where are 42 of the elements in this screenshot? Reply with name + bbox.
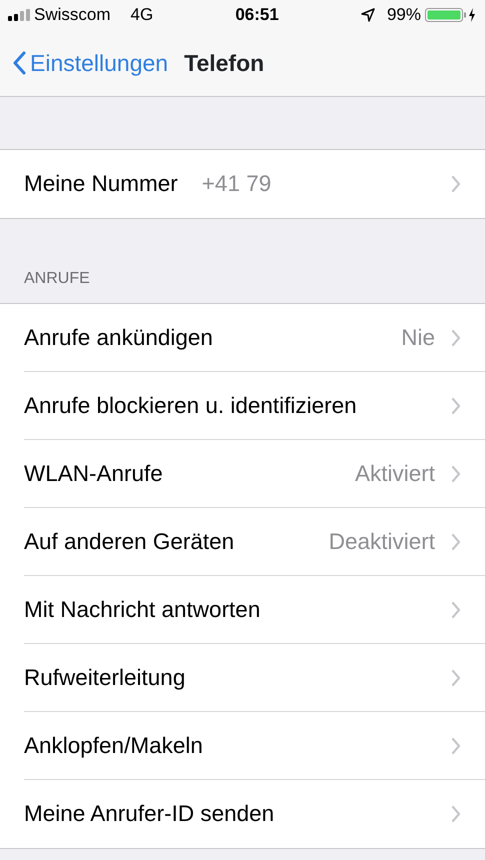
network-type: 4G (130, 4, 154, 26)
settings-row[interactable]: Anrufe ankündigen Nie (0, 304, 485, 372)
row-value: +41 79 (202, 170, 272, 198)
settings-row[interactable]: Auf anderen Geräten Deaktiviert (0, 508, 485, 576)
chevron-icon (451, 533, 461, 551)
settings-row[interactable]: Meine Nummer +41 79 (0, 150, 485, 218)
row-label: Anrufe ankündigen (24, 324, 213, 352)
signal-icon (8, 9, 30, 21)
chevron-icon (451, 737, 461, 755)
row-label: Mit Nachricht antworten (24, 596, 260, 624)
chevron-icon (451, 175, 461, 193)
row-label: Meine Anrufer-ID senden (24, 800, 274, 828)
row-value: Deaktiviert (328, 528, 435, 556)
row-label: Anklopfen/Makeln (24, 732, 203, 760)
battery-percent: 99% (386, 4, 421, 26)
back-button[interactable]: Einstellungen (12, 46, 168, 80)
row-label: Anrufe blockieren u. identifizieren (24, 392, 357, 420)
chevron-icon (451, 465, 461, 483)
settings-row[interactable]: Anklopfen/Makeln (0, 712, 485, 780)
settings-row[interactable]: Anrufe blockieren u. identifizieren (0, 372, 485, 440)
settings-row[interactable]: Rufweiterleitung (0, 644, 485, 712)
carrier-name: Swisscom (34, 4, 111, 26)
row-value: Aktiviert (354, 460, 435, 488)
row-label: Rufweiterleitung (24, 664, 186, 692)
row-label: Meine Nummer (24, 170, 178, 198)
settings-row[interactable]: WLAN-Anrufe Aktiviert (0, 440, 485, 508)
back-chevron-icon (12, 51, 26, 75)
chevron-icon (451, 329, 461, 347)
page-title: Telefon (184, 48, 264, 78)
location-icon (360, 8, 375, 22)
status-time: 06:51 (235, 4, 280, 26)
chevron-icon (451, 805, 461, 823)
settings-row[interactable]: Mit Nachricht antworten (0, 576, 485, 644)
battery-charging-icon (425, 7, 477, 23)
row-label: WLAN-Anrufe (24, 460, 163, 488)
row-value: Nie (401, 324, 435, 352)
chevron-icon (451, 669, 461, 687)
chevron-icon (451, 601, 461, 619)
row-label: Auf anderen Geräten (24, 528, 234, 556)
settings-row[interactable]: Meine Anrufer-ID senden (0, 780, 485, 848)
section-header: ANRUFE (24, 269, 90, 289)
chevron-icon (451, 397, 461, 415)
